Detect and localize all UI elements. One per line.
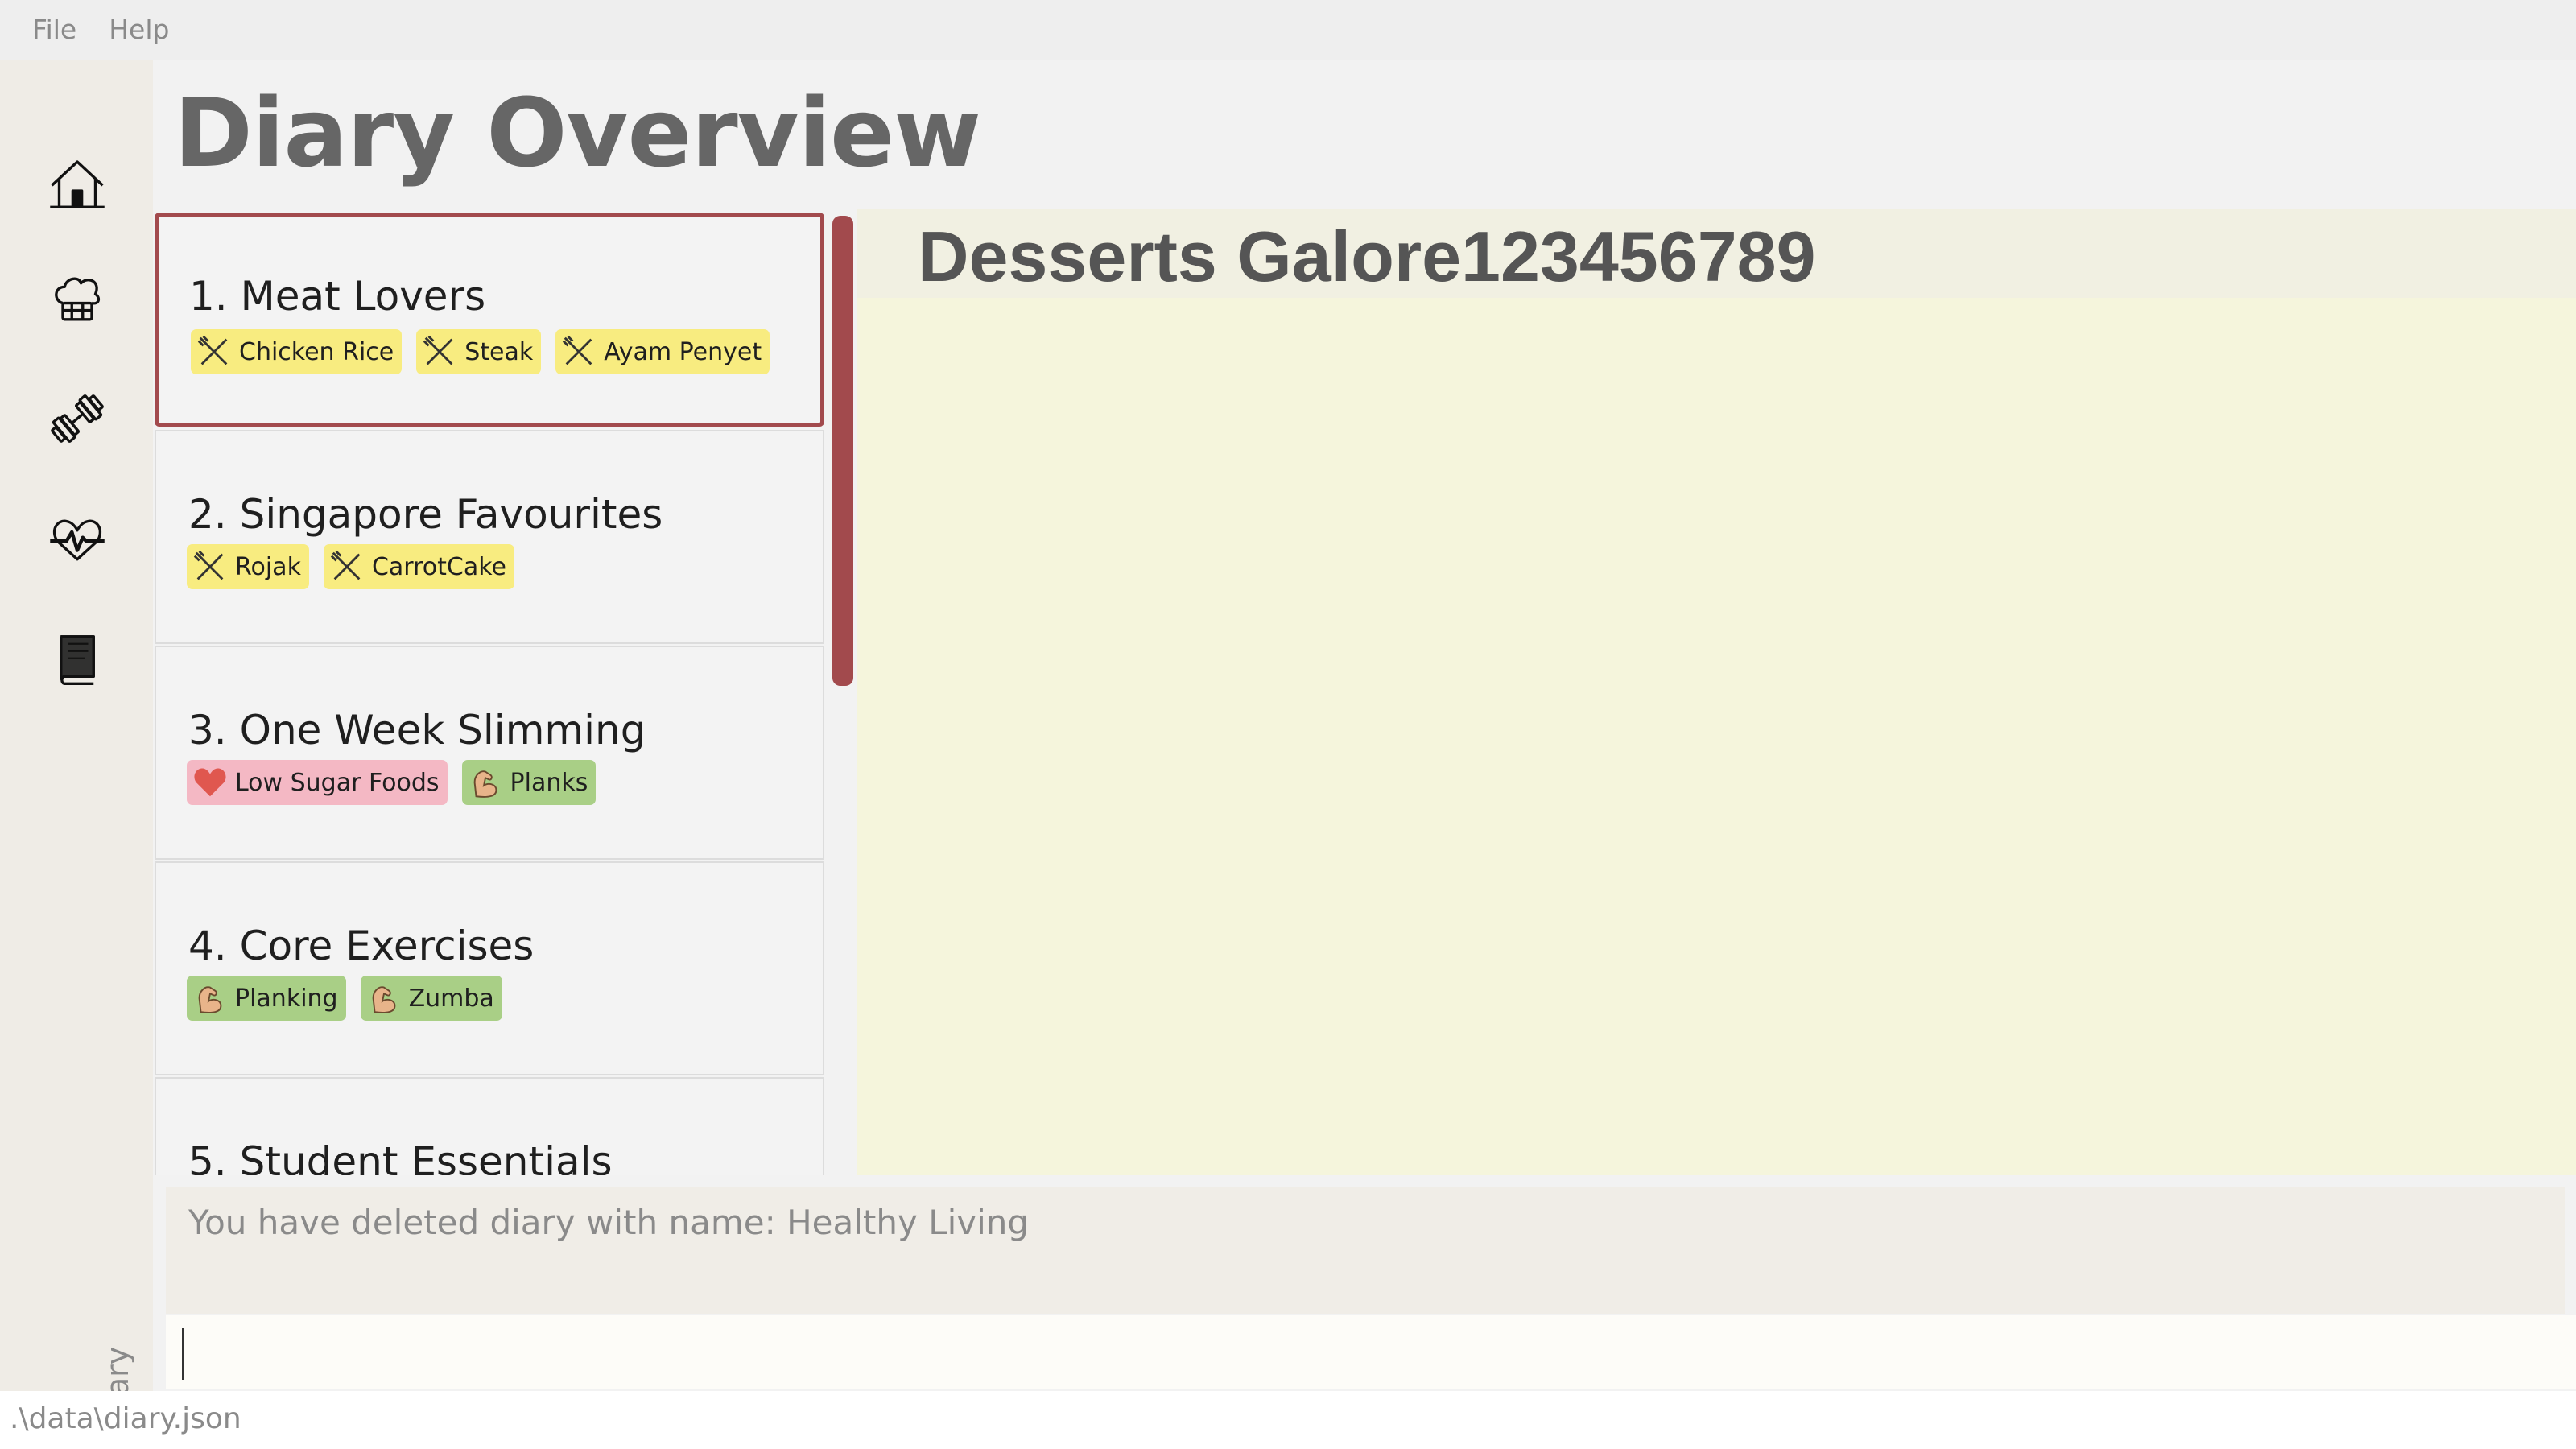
utensils-icon <box>423 335 453 365</box>
tag-label: Zumba <box>408 984 494 1013</box>
diary-title: 4. Core Exercises <box>188 923 535 969</box>
exercise-tag: Zumba <box>360 976 502 1021</box>
save-file-path: .\data\diary.json <box>10 1402 242 1435</box>
dumbbell-icon[interactable] <box>45 386 109 451</box>
page-title: Diary Overview <box>174 77 981 188</box>
list-item[interactable]: 2. Singapore Favourites Rojak CarrotCake <box>155 430 824 644</box>
tag-label: Planks <box>510 768 588 797</box>
tag-label: Steak <box>464 337 534 366</box>
utensils-icon <box>563 335 592 365</box>
diary-title: 3. One Week Slimming <box>188 707 646 753</box>
flexed-arm-icon <box>473 770 497 798</box>
status-bar: .\data\diary.json <box>0 1391 2576 1449</box>
list-item[interactable]: 3. One Week Slimming Low Sugar Foods Pla… <box>155 646 824 860</box>
food-tag: Steak <box>416 329 542 374</box>
diary-title: 2. Singapore Favourites <box>188 491 663 538</box>
result-display: You have deleted diary with name: Health… <box>166 1187 2565 1314</box>
diary-detail-panel: Desserts Galore123456789 <box>857 209 2576 1175</box>
list-item[interactable]: 1. Meat Lovers Chicken Rice Steak Ayam P… <box>155 213 824 427</box>
tag-label: Low Sugar Foods <box>235 768 440 797</box>
tag-label: Chicken Rice <box>239 337 394 366</box>
detail-header: Desserts Galore123456789 <box>857 209 2576 298</box>
exercise-tag: Planking <box>187 976 346 1021</box>
book-icon[interactable] <box>45 628 109 692</box>
food-tag: CarrotCake <box>323 544 514 589</box>
chef-hat-icon[interactable] <box>45 267 109 332</box>
command-input[interactable] <box>166 1315 2576 1389</box>
list-item[interactable]: 5. Student Essentials <box>155 1077 824 1175</box>
utensils-icon <box>330 550 361 580</box>
list-item[interactable]: 4. Core Exercises Planking Zumba <box>155 861 824 1075</box>
food-tag: Chicken Rice <box>191 329 402 374</box>
tag-label: Planking <box>235 984 338 1013</box>
heartbeat-icon[interactable] <box>45 507 109 572</box>
flexed-arm-icon <box>198 986 222 1013</box>
utensils-icon <box>193 550 224 580</box>
heart-icon <box>194 768 226 797</box>
result-message: You have deleted diary with name: Health… <box>188 1203 1030 1242</box>
food-tag: Ayam Penyet <box>555 329 770 374</box>
diary-list[interactable]: 1. Meat Lovers Chicken Rice Steak Ayam P… <box>153 209 829 1175</box>
menu-file[interactable]: File <box>0 0 93 60</box>
diary-title: 5. Student Essentials <box>188 1138 613 1175</box>
flexed-arm-icon <box>372 986 395 1013</box>
detail-title: Desserts Galore123456789 <box>918 217 1816 296</box>
tag-label: Rojak <box>235 552 301 581</box>
sidebar: Diary <box>0 60 153 1428</box>
tag-label: Ayam Penyet <box>604 337 762 366</box>
tag-label: CarrotCake <box>371 552 506 581</box>
health-tag: Low Sugar Foods <box>187 760 448 805</box>
exercise-tag: Planks <box>461 760 597 805</box>
utensils-icon <box>197 335 228 365</box>
menu-bar: File Help <box>0 0 2576 60</box>
food-tag: Rojak <box>187 544 309 589</box>
home-icon[interactable] <box>45 151 109 216</box>
menu-help[interactable]: Help <box>93 0 185 60</box>
text-caret <box>182 1328 184 1380</box>
list-scrollbar[interactable] <box>832 216 853 686</box>
diary-title: 1. Meat Lovers <box>189 273 486 320</box>
